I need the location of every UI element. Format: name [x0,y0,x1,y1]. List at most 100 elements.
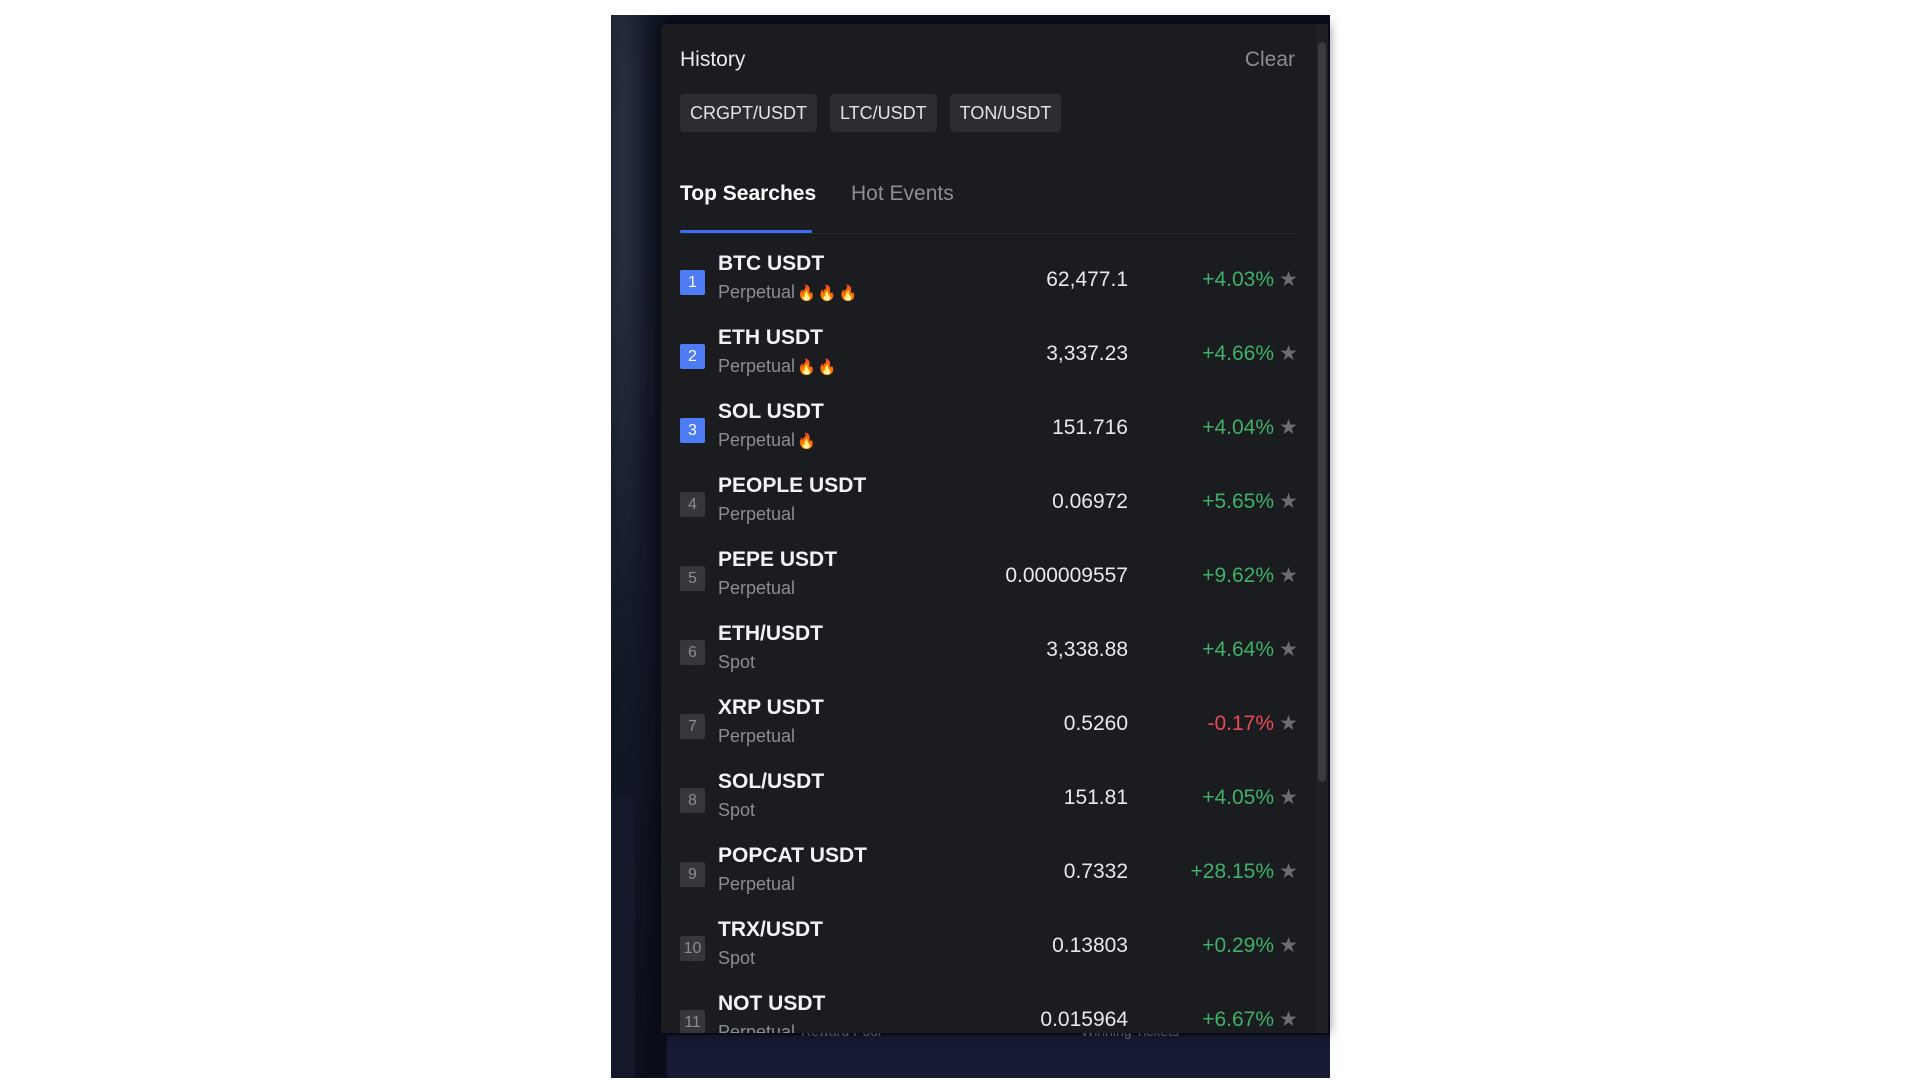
change-percent: +6.67% [1202,1008,1274,1031]
star-icon[interactable]: ★ [1279,637,1298,662]
price-value: 0.015964 [1040,1008,1128,1031]
star-icon[interactable]: ★ [1279,415,1298,440]
tab-bar: Top Searches Hot Events [680,182,1300,234]
symbol-label: BTC USDT [718,252,825,275]
list-item[interactable]: 5 PEPE USDT Perpetual 0.000009557 +9.62% ★ [680,546,1300,620]
symbol-label: ETH USDT [718,326,823,349]
tab-top-searches[interactable]: Top Searches [680,182,816,206]
change-percent: +4.03% [1202,268,1274,291]
symbol-label: PEOPLE USDT [718,474,867,497]
market-type-label: Perpetual [718,874,796,894]
market-type: Perpetual 🔥 [718,430,816,451]
price-value: 0.06972 [1052,490,1128,513]
change-percent: -0.17% [1207,712,1274,735]
clear-history-button[interactable]: Clear [1245,48,1295,72]
list-item[interactable]: 6 ETH/USDT Spot 3,338.88 +4.64% ★ [680,620,1300,694]
rank-badge: 5 [680,566,705,591]
symbol-label: XRP USDT [718,696,824,719]
list-item[interactable]: 11 NOT USDT Perpetual 0.015964 +6.67% ★ [680,990,1300,1033]
history-chip[interactable]: CRGPT/USDT [680,94,817,132]
symbol-label: ETH/USDT [718,622,823,645]
price-value: 62,477.1 [1046,268,1128,291]
market-type-label: Spot [718,948,756,968]
tab-hot-events[interactable]: Hot Events [851,182,954,206]
history-chips: CRGPT/USDT LTC/USDT TON/USDT [680,94,1062,132]
price-value: 3,338.88 [1046,638,1128,661]
list-item[interactable]: 4 PEOPLE USDT Perpetual 0.06972 +5.65% ★ [680,472,1300,546]
star-icon[interactable]: ★ [1279,859,1298,884]
background-card [611,795,635,1078]
change-percent: +4.04% [1202,416,1274,439]
scrollbar[interactable] [1316,24,1328,1033]
scrollbar-thumb[interactable] [1318,42,1326,782]
rank-badge: 7 [680,714,705,739]
price-value: 151.716 [1052,416,1128,439]
market-type: Perpetual [718,504,795,525]
rank-badge: 2 [680,344,705,369]
history-chip[interactable]: TON/USDT [949,94,1062,132]
market-type-label: Perpetual [718,726,796,746]
history-chip[interactable]: LTC/USDT [830,94,937,132]
fire-icon: 🔥 [797,359,816,376]
market-type: Perpetual 🔥 🔥 🔥 [718,282,857,303]
change-percent: +4.05% [1202,786,1274,809]
background-bottom-bar [667,1035,1330,1078]
change-percent: +4.64% [1202,638,1274,661]
rank-badge: 9 [680,862,705,887]
change-percent: +28.15% [1190,860,1275,883]
price-value: 0.7332 [1063,860,1128,883]
list-item[interactable]: 3 SOL USDT Perpetual 🔥 151.716 +4.04% ★ [680,398,1300,472]
market-type: Spot [718,948,755,969]
star-icon[interactable]: ★ [1279,267,1298,292]
rank-badge: 1 [680,270,705,295]
star-icon[interactable]: ★ [1279,489,1298,514]
market-type-label: Perpetual [718,430,796,450]
rank-badge: 3 [680,418,705,443]
market-type-label: Spot [718,652,756,672]
fire-icon: 🔥 [838,285,858,302]
rank-badge: 4 [680,492,705,517]
market-type: Perpetual [718,726,795,747]
market-type-label: Perpetual [718,282,796,302]
market-type: Perpetual 🔥 🔥 [718,356,836,377]
price-value: 0.13803 [1052,934,1128,957]
star-icon[interactable]: ★ [1279,1007,1298,1032]
list-item[interactable]: 10 TRX/USDT Spot 0.13803 +0.29% ★ [680,916,1300,990]
symbol-label: NOT USDT [718,992,826,1015]
list-item[interactable]: 7 XRP USDT Perpetual 0.5260 -0.17% ★ [680,694,1300,768]
change-percent: +5.65% [1202,490,1274,513]
market-type-label: Perpetual [718,1022,796,1033]
list-item[interactable]: 9 POPCAT USDT Perpetual 0.7332 +28.15% ★ [680,842,1300,916]
rank-badge: 6 [680,640,705,665]
rank-badge: 10 [680,936,705,961]
list-item[interactable]: 2 ETH USDT Perpetual 🔥 🔥 3,337.23 +4.66% ★ [680,324,1300,398]
star-icon[interactable]: ★ [1279,785,1298,810]
star-icon[interactable]: ★ [1279,341,1298,366]
price-value: 0.000009557 [1005,564,1128,587]
rank-badge: 11 [680,1010,705,1033]
price-value: 0.5260 [1063,712,1128,735]
star-icon[interactable]: ★ [1279,933,1298,958]
search-dropdown-panel: History Clear CRGPT/USDT LTC/USDT TON/US… [661,24,1328,1033]
list-item[interactable]: 1 BTC USDT Perpetual 🔥 🔥 🔥 62,477.1 +4.03% ★ [680,250,1300,324]
rank-badge: 8 [680,788,705,813]
history-title: History [680,48,746,71]
symbol-label: TRX/USDT [718,918,823,941]
star-icon[interactable]: ★ [1279,563,1298,588]
symbol-label: POPCAT USDT [718,844,867,867]
market-type: Spot [718,652,755,673]
market-type-label: Perpetual [718,578,796,598]
change-percent: +9.62% [1202,564,1274,587]
symbol-label: SOL/USDT [718,770,825,793]
market-type-label: Perpetual [718,504,796,524]
fire-icon: 🔥 [817,359,837,376]
top-searches-list: 1 BTC USDT Perpetual 🔥 🔥 🔥 62,477.1 +4.03% ★ 2 ETH… [680,250,1300,1033]
star-icon[interactable]: ★ [1279,711,1298,736]
price-value: 3,337.23 [1046,342,1128,365]
market-type-label: Perpetual [718,356,796,376]
market-type-label: Spot [718,800,756,820]
symbol-label: PEPE USDT [718,548,838,571]
market-type: Perpetual [718,578,795,599]
fire-icon: 🔥 [817,285,837,302]
list-item[interactable]: 8 SOL/USDT Spot 151.81 +4.05% ★ [680,768,1300,842]
